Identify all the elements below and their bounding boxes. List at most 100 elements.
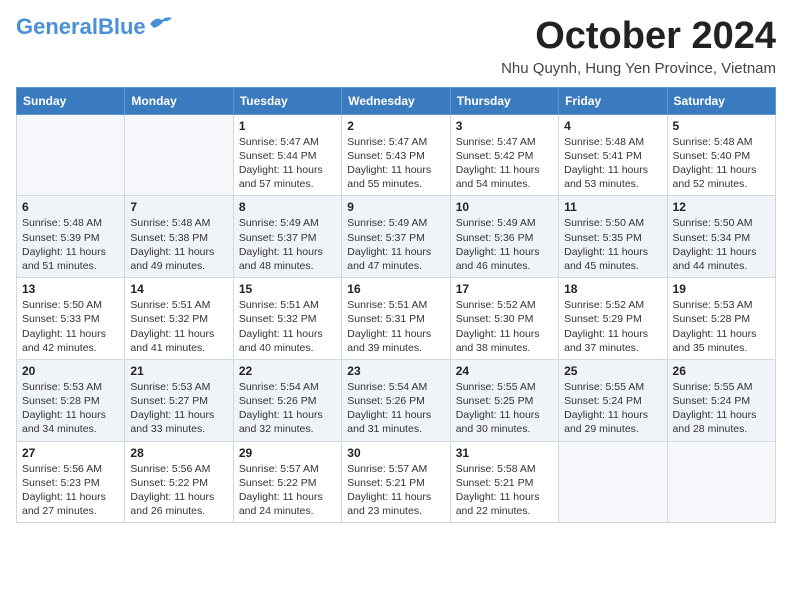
sunset-text: Sunset: 5:41 PM <box>564 150 642 162</box>
month-title: October 2024 <box>501 16 776 58</box>
sunrise-text: Sunrise: 5:54 AM <box>239 381 319 393</box>
calendar-cell: 26 Sunrise: 5:55 AMSunset: 5:24 PMDayligh… <box>667 359 775 441</box>
daylight-text: Daylight: 11 hours and 23 minutes. <box>347 491 431 517</box>
daylight-text: Daylight: 11 hours and 51 minutes. <box>22 246 106 272</box>
daylight-text: Daylight: 11 hours and 35 minutes. <box>673 328 757 354</box>
daylight-text: Daylight: 11 hours and 31 minutes. <box>347 409 431 435</box>
sunset-text: Sunset: 5:39 PM <box>22 232 100 244</box>
day-number: 19 <box>673 282 770 296</box>
daylight-text: Daylight: 11 hours and 57 minutes. <box>239 164 323 190</box>
sunset-text: Sunset: 5:32 PM <box>239 313 317 325</box>
calendar-cell: 2Sunrise: 5:47 AMSunset: 5:43 PMDaylight… <box>342 114 450 196</box>
day-info: Sunrise: 5:52 AMSunset: 5:30 PMDaylight:… <box>456 298 553 355</box>
sunset-text: Sunset: 5:42 PM <box>456 150 534 162</box>
sunrise-text: Sunrise: 5:53 AM <box>130 381 210 393</box>
sunrise-text: Sunrise: 5:49 AM <box>347 217 427 229</box>
day-info: Sunrise: 5:54 AM Sunset: 5:26 PM Daylight:… <box>239 380 336 437</box>
sunset-text: Sunset: 5:27 PM <box>130 395 208 407</box>
daylight-text: Daylight: 11 hours and 48 minutes. <box>239 246 323 272</box>
sunrise-text: Sunrise: 5:53 AM <box>673 299 753 311</box>
sunrise-text: Sunrise: 5:50 AM <box>22 299 102 311</box>
daylight-text: Daylight: 11 hours and 32 minutes. <box>239 409 323 435</box>
sunset-text: Sunset: 5:26 PM <box>239 395 317 407</box>
day-info: Sunrise: 5:50 AMSunset: 5:35 PMDaylight:… <box>564 216 661 273</box>
daylight-text: Daylight: 11 hours and 44 minutes. <box>673 246 757 272</box>
daylight-text: Daylight: 11 hours and 49 minutes. <box>130 246 214 272</box>
daylight-text: Daylight: 11 hours and 30 minutes. <box>456 409 540 435</box>
sunrise-text: Sunrise: 5:55 AM <box>564 381 644 393</box>
day-number: 7 <box>130 200 227 214</box>
sunrise-text: Sunrise: 5:53 AM <box>22 381 102 393</box>
day-number: 6 <box>22 200 119 214</box>
sunrise-text: Sunrise: 5:55 AM <box>456 381 536 393</box>
calendar-week-row: 1 Sunrise: 5:47 AMSunset: 5:44 PMDaylight… <box>17 114 776 196</box>
sunrise-text: Sunrise: 5:57 AM <box>239 463 319 475</box>
page-header: GeneralBlue October 2024 Nhu Quynh, Hung… <box>16 16 776 77</box>
logo-bird-icon <box>148 14 174 32</box>
sunset-text: Sunset: 5:31 PM <box>347 313 425 325</box>
day-number: 26 <box>673 364 770 378</box>
calendar-cell: 7 Sunrise: 5:48 AMSunset: 5:38 PMDaylight… <box>125 196 233 278</box>
calendar-cell: 30Sunrise: 5:57 AMSunset: 5:21 PMDayligh… <box>342 441 450 523</box>
daylight-text: Daylight: 11 hours and 22 minutes. <box>456 491 540 517</box>
title-block: October 2024 Nhu Quynh, Hung Yen Provinc… <box>501 16 776 77</box>
day-number: 11 <box>564 200 661 214</box>
calendar-cell: 13 Sunrise: 5:50 AMSunset: 5:33 PMDayligh… <box>17 278 125 360</box>
sunrise-text: Sunrise: 5:51 AM <box>347 299 427 311</box>
calendar-week-row: 6 Sunrise: 5:48 AM Sunset: 5:39 PM Daylight… <box>17 196 776 278</box>
sunset-text: Sunset: 5:24 PM <box>564 395 642 407</box>
calendar-cell: 27Sunrise: 5:56 AMSunset: 5:23 PMDayligh… <box>17 441 125 523</box>
sunset-text: Sunset: 5:21 PM <box>456 477 534 489</box>
day-info: Sunrise: 5:55 AMSunset: 5:24 PMDaylight:… <box>673 380 770 437</box>
sunrise-text: Sunrise: 5:49 AM <box>239 217 319 229</box>
day-number: 8 <box>239 200 336 214</box>
logo: GeneralBlue <box>16 16 174 38</box>
sunset-text: Sunset: 5:40 PM <box>673 150 751 162</box>
sunset-text: Sunset: 5:30 PM <box>456 313 534 325</box>
day-info: Sunrise: 5:50 AMSunset: 5:33 PMDaylight:… <box>22 298 119 355</box>
calendar-cell: 9 Sunrise: 5:49 AMSunset: 5:37 PMDaylight… <box>342 196 450 278</box>
calendar-cell: 5 Sunrise: 5:48 AMSunset: 5:40 PMDaylight… <box>667 114 775 196</box>
calendar-cell <box>559 441 667 523</box>
daylight-text: Daylight: 11 hours and 37 minutes. <box>564 328 648 354</box>
daylight-text: Daylight: 11 hours and 41 minutes. <box>130 328 214 354</box>
sunrise-text: Sunrise: 5:48 AM <box>130 217 210 229</box>
sunrise-text: Sunrise: 5:48 AM <box>22 217 102 229</box>
day-info: Sunrise: 5:48 AMSunset: 5:38 PMDaylight:… <box>130 216 227 273</box>
day-info: Sunrise: 5:49 AMSunset: 5:36 PMDaylight:… <box>456 216 553 273</box>
sunrise-text: Sunrise: 5:52 AM <box>564 299 644 311</box>
calendar-cell: 28Sunrise: 5:56 AMSunset: 5:22 PMDayligh… <box>125 441 233 523</box>
daylight-text: Daylight: 11 hours and 46 minutes. <box>456 246 540 272</box>
daylight-text: Daylight: 11 hours and 54 minutes. <box>456 164 540 190</box>
sunrise-text: Sunrise: 5:58 AM <box>456 463 536 475</box>
day-number: 1 <box>239 119 336 133</box>
calendar-cell: 22Sunrise: 5:54 AMSunset: 5:26 PMDayligh… <box>233 359 341 441</box>
day-number: 9 <box>347 200 444 214</box>
daylight-text: Daylight: 11 hours and 27 minutes. <box>22 491 106 517</box>
sunset-text: Sunset: 5:21 PM <box>347 477 425 489</box>
sunset-text: Sunset: 5:26 PM <box>347 395 425 407</box>
day-number: 13 <box>22 282 119 296</box>
day-info: Sunrise: 5:58 AM Sunset: 5:21 PM Daylight:… <box>456 462 553 519</box>
calendar-cell: 21Sunrise: 5:53 AMSunset: 5:27 PMDayligh… <box>125 359 233 441</box>
day-info: Sunrise: 5:48 AMSunset: 5:40 PMDaylight:… <box>673 135 770 192</box>
sunrise-text: Sunrise: 5:54 AM <box>347 381 427 393</box>
daylight-text: Daylight: 11 hours and 53 minutes. <box>564 164 648 190</box>
logo-general: General <box>16 14 98 39</box>
sunrise-text: Sunrise: 5:52 AM <box>456 299 536 311</box>
calendar-cell: 15Sunrise: 5:51 AMSunset: 5:32 PMDayligh… <box>233 278 341 360</box>
day-number: 10 <box>456 200 553 214</box>
calendar-cell <box>17 114 125 196</box>
daylight-text: Daylight: 11 hours and 52 minutes. <box>673 164 757 190</box>
day-number: 16 <box>347 282 444 296</box>
day-number: 3 <box>456 119 553 133</box>
location: Nhu Quynh, Hung Yen Province, Vietnam <box>501 60 776 77</box>
sunrise-text: Sunrise: 5:56 AM <box>22 463 102 475</box>
day-info: Sunrise: 5:47 AMSunset: 5:44 PMDaylight:… <box>239 135 336 192</box>
day-number: 25 <box>564 364 661 378</box>
calendar-cell: 24Sunrise: 5:55 AMSunset: 5:25 PMDayligh… <box>450 359 558 441</box>
day-info: Sunrise: 5:49 AMSunset: 5:37 PMDaylight:… <box>347 216 444 273</box>
day-number: 15 <box>239 282 336 296</box>
day-number: 17 <box>456 282 553 296</box>
day-number: 5 <box>673 119 770 133</box>
